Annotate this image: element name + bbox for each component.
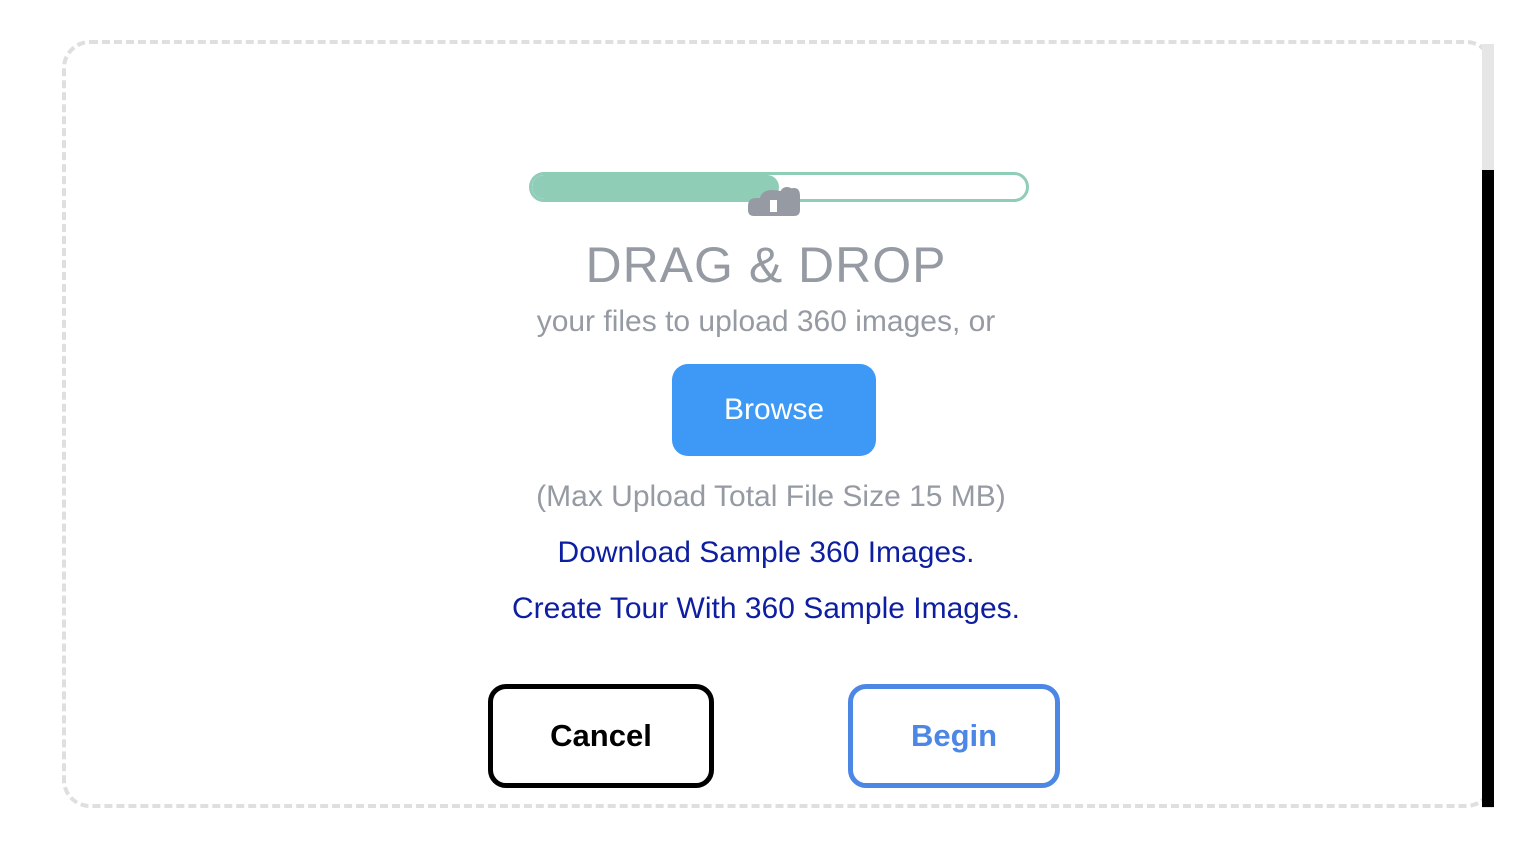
browse-button[interactable]: Browse — [672, 364, 876, 456]
upload-progress-fill — [532, 175, 779, 199]
drag-drop-title: DRAG & DROP — [585, 237, 947, 293]
max-upload-size-note: (Max Upload Total File Size 15 MB) — [536, 480, 1006, 513]
download-sample-images-link[interactable]: Download Sample 360 Images. — [0, 535, 1532, 571]
drag-drop-subtitle: your files to upload 360 images, or — [536, 305, 996, 338]
create-sample-tour-link[interactable]: Create Tour With 360 Sample Images. — [0, 591, 1532, 627]
cancel-button[interactable]: Cancel — [488, 684, 714, 788]
cloud-upload-icon — [748, 187, 800, 216]
begin-button[interactable]: Begin — [848, 684, 1060, 788]
